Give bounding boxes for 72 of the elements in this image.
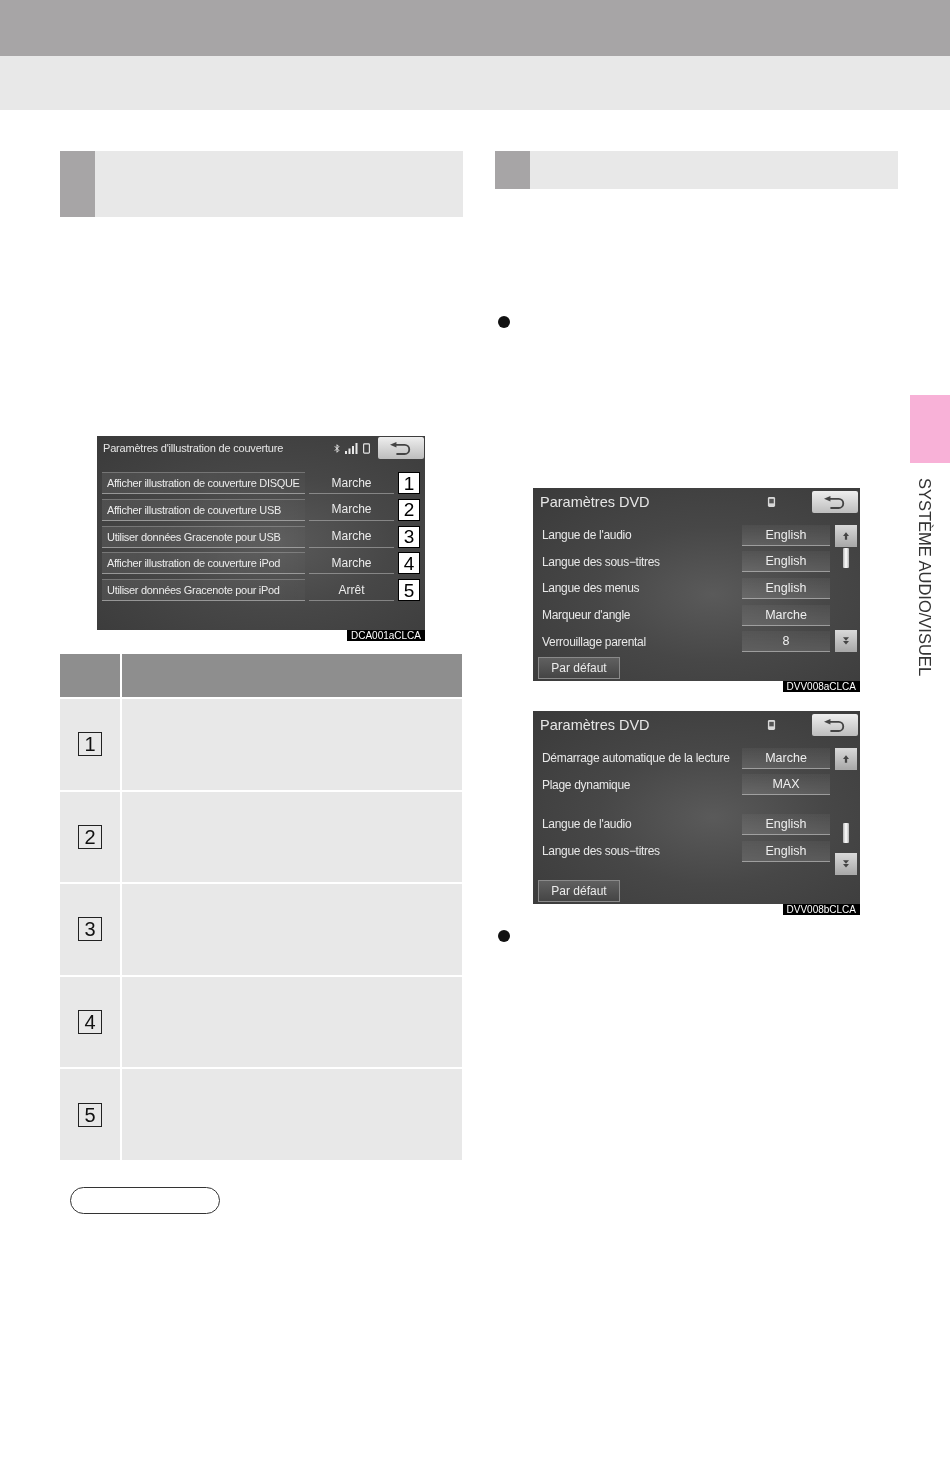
phone-icon (767, 719, 776, 731)
value-button[interactable]: Marche (309, 525, 394, 548)
value-button[interactable]: Marche (742, 747, 830, 769)
setting-button[interactable]: Afficher illustration de couverture USB (102, 498, 305, 521)
callout-number: 2 (78, 824, 102, 849)
callout-number: 2 (398, 498, 420, 521)
callout-number: 5 (78, 1102, 102, 1127)
callout-number: 5 (398, 579, 420, 601)
default-button[interactable]: Par défaut (538, 880, 620, 902)
phone-icon (767, 496, 776, 508)
bullet-icon (498, 930, 510, 942)
setting-label: Marqueur d'angle (542, 608, 631, 623)
callout-number: 4 (398, 552, 420, 575)
screen-title: Paramètres d'illustration de couverture (103, 442, 284, 454)
value-button[interactable]: MAX (742, 774, 830, 796)
value-button[interactable]: Marche (309, 552, 394, 575)
back-button[interactable] (812, 714, 858, 736)
value-button[interactable]: English (742, 840, 830, 862)
up-arrow-icon (843, 531, 849, 540)
scroll-down-button[interactable] (835, 853, 857, 875)
setting-button[interactable]: Utiliser données Gracenote pour iPod (102, 579, 305, 601)
bluetooth-icon (334, 442, 340, 454)
signal-bars-icon (345, 442, 358, 454)
value-button[interactable]: Marche (309, 498, 394, 521)
callout-number: 3 (78, 917, 102, 942)
figure-code: DVV008bCLCA (782, 904, 860, 915)
figure-code: DVV008aCLCA (782, 681, 860, 692)
scrollbar-thumb[interactable] (843, 548, 849, 568)
value-button[interactable]: 8 (742, 631, 830, 653)
scroll-up-button[interactable] (835, 525, 857, 547)
back-arrow-icon (824, 495, 846, 509)
value-button[interactable]: English (742, 551, 830, 573)
value-button[interactable]: English (742, 524, 830, 546)
setting-label: Langue des sous−titres (542, 554, 660, 569)
setting-label: Verrouillage parental (542, 634, 646, 649)
down-arrow-icon (843, 859, 849, 868)
setting-label: Plage dynamique (542, 777, 631, 792)
value-button[interactable]: Arrêt (309, 579, 394, 601)
back-arrow-icon (824, 718, 846, 732)
scrollbar-thumb[interactable] (843, 823, 849, 843)
value-button[interactable]: English (742, 578, 830, 599)
setting-label: Langue de l'audio (542, 528, 632, 543)
bullet-icon (498, 316, 510, 328)
default-button[interactable]: Par défaut (538, 657, 620, 679)
value-button[interactable]: Marche (309, 472, 394, 494)
back-button[interactable] (378, 437, 424, 459)
setting-label: Langue de l'audio (542, 817, 632, 832)
callout-number: 1 (398, 472, 420, 494)
setting-button[interactable]: Afficher illustration de couverture DISQUE (102, 472, 305, 494)
phone-icon (363, 442, 370, 454)
setting-label: Langue des menus (542, 581, 640, 596)
setting-button[interactable]: Afficher illustration de couverture iPod (102, 552, 305, 575)
value-button[interactable]: Marche (742, 604, 830, 626)
up-arrow-icon (843, 754, 849, 763)
screen-title: Paramètres DVD (540, 716, 650, 735)
callout-number: 4 (78, 1010, 102, 1035)
chapter-color-marker (910, 395, 950, 463)
callout-number: 3 (398, 525, 420, 548)
screen-title: Paramètres DVD (540, 493, 650, 512)
scroll-down-button[interactable] (835, 630, 857, 652)
setting-button[interactable]: Utiliser données Gracenote pour USB (102, 525, 305, 548)
scroll-up-button[interactable] (835, 748, 857, 770)
setting-label: Démarrage automatique de la lecture (542, 751, 730, 766)
chapter-label: SYSTÈME AUDIO/VISUEL (915, 478, 935, 677)
value-button[interactable]: English (742, 814, 830, 835)
table-header-cell (60, 654, 120, 697)
figure-code: DCA001aCLCA (346, 630, 425, 641)
setting-label: Langue des sous−titres (542, 844, 660, 859)
callout-number: 1 (78, 732, 102, 757)
down-arrow-icon (843, 636, 849, 645)
back-arrow-icon (390, 441, 412, 455)
back-button[interactable] (812, 491, 858, 513)
